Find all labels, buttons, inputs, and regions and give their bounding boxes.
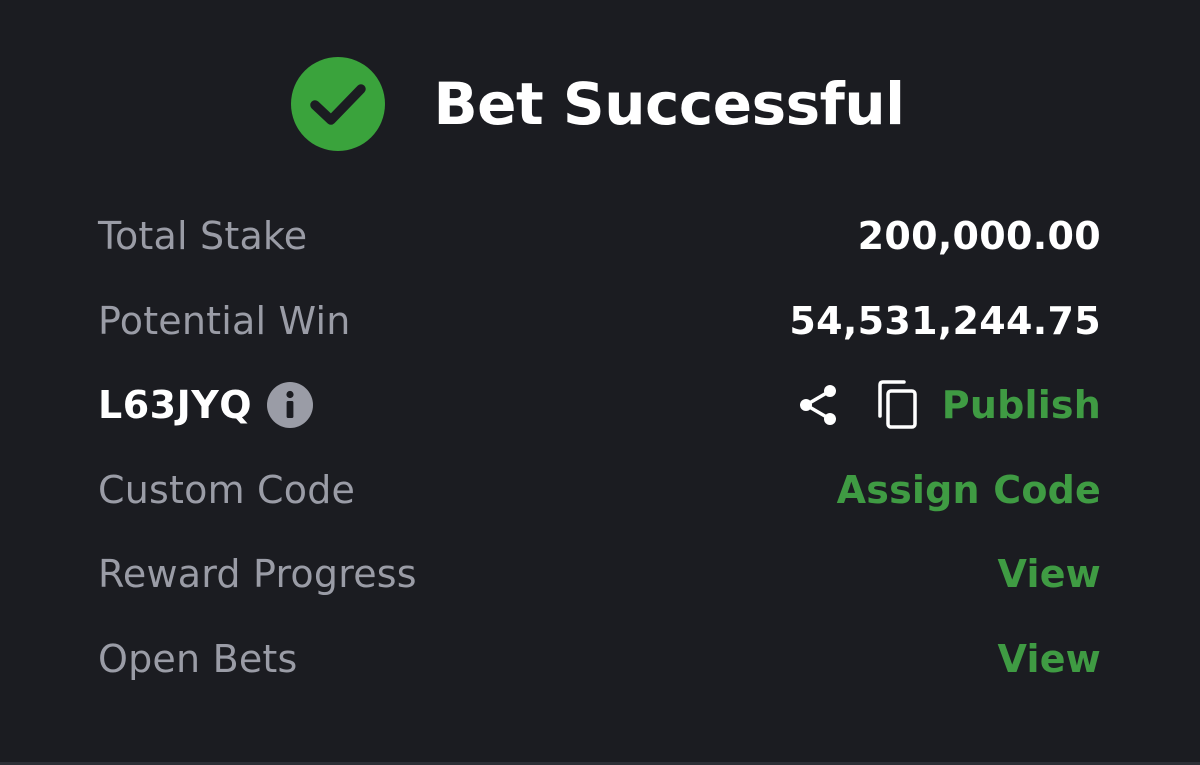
header-content: Bet Successful	[291, 57, 905, 151]
open-bets-view-link[interactable]: View	[998, 637, 1101, 681]
potential-win-value: 54,531,244.75	[789, 298, 1101, 343]
assign-code-button[interactable]: Assign Code	[837, 468, 1101, 512]
check-circle-icon	[291, 57, 386, 151]
booking-code-row: L63JYQ Publish	[98, 363, 1101, 448]
potential-win-row: Potential Win 54,531,244.75	[98, 279, 1101, 364]
share-icon[interactable]	[794, 381, 842, 429]
custom-code-label: Custom Code	[98, 467, 356, 512]
bet-success-card: Bet Successful Total Stake 200,000.00 Po…	[0, 0, 1200, 765]
info-icon[interactable]	[266, 381, 314, 429]
header: Bet Successful	[0, 52, 1200, 156]
booking-code-group: L63JYQ	[98, 381, 314, 429]
total-stake-label: Total Stake	[98, 214, 308, 259]
total-stake-row: Total Stake 200,000.00	[98, 194, 1101, 279]
publish-button[interactable]: Publish	[942, 383, 1101, 427]
page-title: Bet Successful	[433, 70, 905, 138]
copy-icon[interactable]	[876, 380, 920, 430]
reward-progress-row: Reward Progress View	[98, 532, 1101, 617]
reward-progress-label: Reward Progress	[98, 552, 417, 597]
booking-actions: Publish	[794, 380, 1101, 430]
total-stake-value: 200,000.00	[857, 214, 1101, 259]
custom-code-row: Custom Code Assign Code	[98, 448, 1101, 533]
reward-progress-view-link[interactable]: View	[998, 552, 1101, 596]
bet-details: Total Stake 200,000.00 Potential Win 54,…	[98, 194, 1101, 701]
potential-win-label: Potential Win	[98, 298, 351, 343]
open-bets-label: Open Bets	[98, 636, 298, 681]
open-bets-row: Open Bets View	[98, 617, 1101, 702]
booking-code: L63JYQ	[98, 383, 253, 428]
